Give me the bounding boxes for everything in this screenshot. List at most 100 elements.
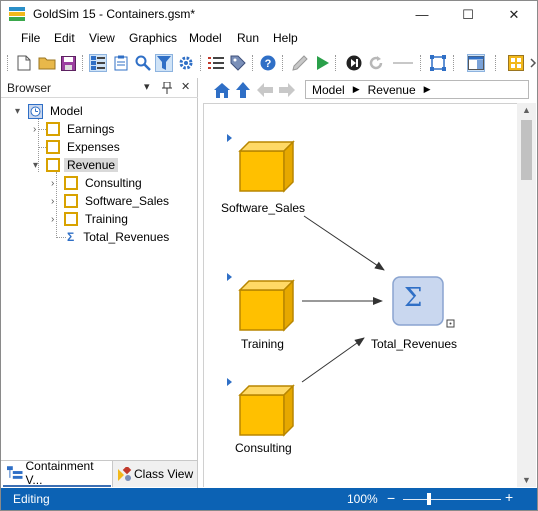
app-window: GoldSim 15 - Containers.gsm* — ☐ ✕ File … [0,0,538,511]
list-icon[interactable] [207,54,225,72]
tree-line [56,237,66,238]
tree-item-model[interactable]: Model [28,102,86,120]
menu-model[interactable]: Model [189,31,222,45]
up-level-icon[interactable] [234,81,252,99]
toolbar-grip[interactable] [7,55,10,71]
model-canvas[interactable]: Σ Software_Sales Training Consulting Tot… [203,103,517,487]
reset-icon[interactable] [367,54,385,72]
forward-arrow-icon[interactable] [278,81,296,99]
canvas-graphics [227,134,455,437]
step-icon[interactable] [345,54,363,72]
scroll-thumb[interactable] [521,120,532,180]
help-icon[interactable]: ? [259,54,277,72]
expand-software-sales-icon[interactable]: › [51,196,54,207]
browser-panel: Browser ▾ ✕ ▾ Model › Earnings Expenses … [1,78,198,488]
menu-edit[interactable]: Edit [54,31,75,45]
new-file-icon[interactable] [15,54,33,72]
breadcrumb-item-revenue[interactable]: Revenue [368,83,416,97]
influence-arrow-consulting[interactable] [301,337,365,383]
sum-element-total-revenues[interactable] [392,276,455,328]
toolbar-separator [252,55,255,71]
container-consulting[interactable] [227,378,295,437]
back-arrow-icon[interactable] [256,81,274,99]
toolbar-separator [495,55,498,71]
menu-run[interactable]: Run [237,31,259,45]
zoom-in-button[interactable]: + [505,489,513,505]
expand-marker-icon[interactable] [227,378,232,386]
options-gear-icon[interactable] [177,54,195,72]
expand-marker-icon[interactable] [227,134,232,142]
home-icon[interactable] [213,81,231,99]
collapse-model-icon[interactable]: ▾ [15,106,20,117]
tree-label: Training [85,212,128,226]
menu-bar: File Edit View Graphics Model Run Help [1,28,537,49]
toolbar-separator [282,55,285,71]
edit-mode-icon[interactable] [291,54,309,72]
zoom-slider-thumb[interactable] [427,493,431,505]
zoom-level: 100% [347,492,378,506]
zoom-out-button[interactable]: − [387,490,395,506]
pin-icon[interactable] [162,82,172,94]
tab-class-view[interactable]: Class View [112,461,197,487]
maximize-button[interactable]: ☐ [445,1,491,28]
tree-item-consulting[interactable]: Consulting [64,174,145,192]
expand-marker-icon[interactable] [227,273,232,281]
browser-tabs: Containment V... Class View [1,459,197,488]
expand-training-icon[interactable]: › [51,214,54,225]
tree-item-expenses[interactable]: Expenses [46,138,123,156]
breadcrumb-separator-icon[interactable]: ▶ [353,84,360,95]
save-icon[interactable] [59,54,77,72]
canvas-vertical-scrollbar[interactable]: ▲ ▼ [517,103,536,487]
menu-graphics[interactable]: Graphics [129,31,177,45]
breadcrumb-separator-icon[interactable]: ▶ [424,84,431,95]
collapse-revenue-icon[interactable]: ▾ [33,160,38,171]
properties-panel-icon[interactable] [467,54,485,72]
element-palette-icon[interactable] [507,54,525,72]
zoom-slider-track[interactable] [403,499,501,500]
find-icon[interactable] [134,54,152,72]
clipboard-icon[interactable] [112,54,130,72]
filter-icon[interactable] [155,54,173,72]
tree-label: Earnings [67,122,115,136]
status-bar: Editing 100% − + [1,488,537,510]
minimize-button[interactable]: — [399,1,445,28]
menu-view[interactable]: View [89,31,115,45]
model-clock-icon [28,103,43,119]
browser-toggle-icon[interactable] [89,54,107,72]
container-training[interactable] [227,273,295,332]
tree-item-revenue[interactable]: Revenue [46,156,119,174]
influence-arrow-software-sales[interactable] [303,215,385,271]
node-label-total-revenues: Total_Revenues [371,337,458,351]
tree-label: Model [50,104,83,118]
tree-item-total-revenues[interactable]: Σ Total_Revenues [67,228,172,246]
panel-dropdown-icon[interactable]: ▾ [144,80,150,93]
browser-title: Browser [7,81,52,95]
tree-line [38,116,39,172]
stop-icon[interactable] [393,54,413,72]
scroll-down-icon[interactable]: ▼ [522,475,531,485]
class-view-icon [118,467,132,481]
close-button[interactable]: ✕ [491,1,537,28]
select-region-icon[interactable] [429,54,447,72]
run-play-icon[interactable] [314,54,332,72]
tree-item-earnings[interactable]: Earnings [46,120,117,138]
menu-file[interactable]: File [21,31,40,45]
open-folder-icon[interactable] [38,54,56,72]
expand-consulting-icon[interactable]: › [51,178,54,189]
expand-earnings-icon[interactable]: › [33,124,36,135]
tag-icon[interactable] [229,54,247,72]
container-icon [46,140,60,154]
scroll-up-icon[interactable]: ▲ [522,105,531,115]
tab-label: Class View [134,467,194,481]
container-software-sales[interactable] [227,134,295,193]
tree-item-software-sales[interactable]: Software_Sales [64,192,172,210]
menu-help[interactable]: Help [273,31,298,45]
sum-symbol-icon: Σ [404,283,423,313]
breadcrumb-item-model[interactable]: Model [312,83,345,97]
panel-close-icon[interactable]: ✕ [181,80,190,93]
tree-item-training[interactable]: Training [64,210,131,228]
model-tree: ▾ Model › Earnings Expenses ▾ Revenue › [1,100,197,460]
node-label-software-sales: Software_Sales [221,201,306,215]
toolbar-overflow-icon[interactable] [529,54,537,72]
tab-containment-view[interactable]: Containment V... [3,459,111,487]
